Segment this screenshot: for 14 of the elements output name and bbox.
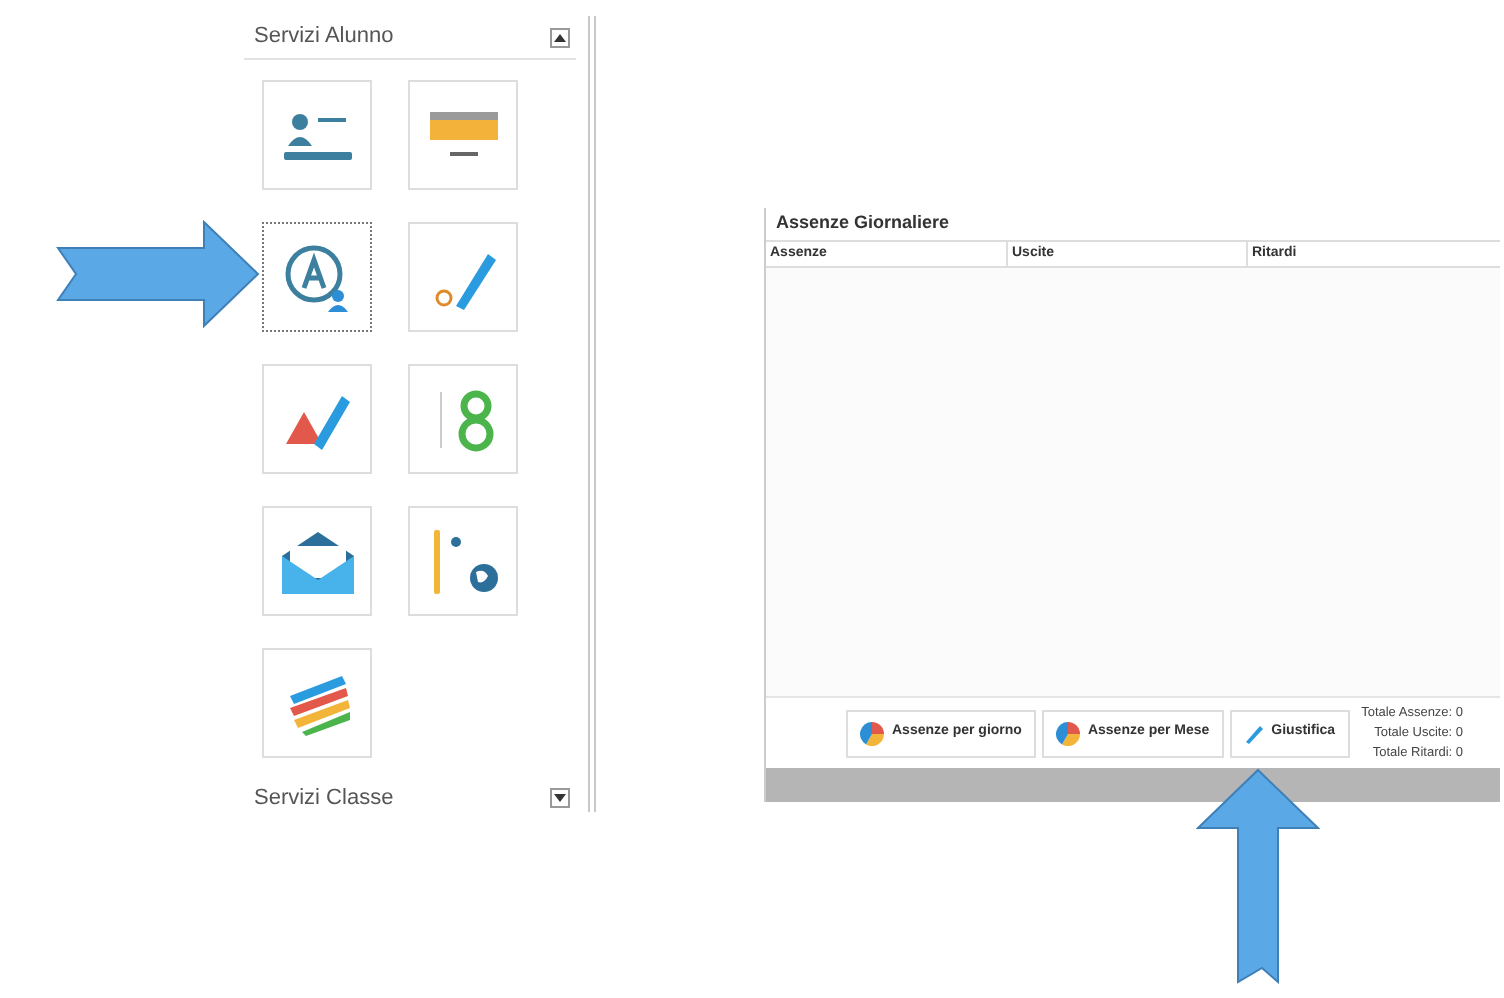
caret-down-icon	[554, 794, 566, 802]
caret-up-icon	[554, 33, 566, 41]
folder-icon	[427, 109, 499, 161]
envelope-icon	[279, 527, 355, 595]
pencil-icon	[1243, 723, 1264, 743]
pie-chart-icon	[860, 721, 884, 745]
service-tile[interactable]	[262, 222, 372, 332]
expand-button[interactable]	[550, 788, 570, 808]
panel-title: Assenze Giornaliere	[776, 210, 950, 237]
collapse-button[interactable]	[550, 27, 570, 47]
section-title: Servizi Classe	[254, 786, 394, 810]
letter-a-person-icon	[281, 241, 353, 313]
section-title: Servizi Alunno	[254, 22, 394, 53]
pie-chart-icon	[1055, 721, 1080, 745]
